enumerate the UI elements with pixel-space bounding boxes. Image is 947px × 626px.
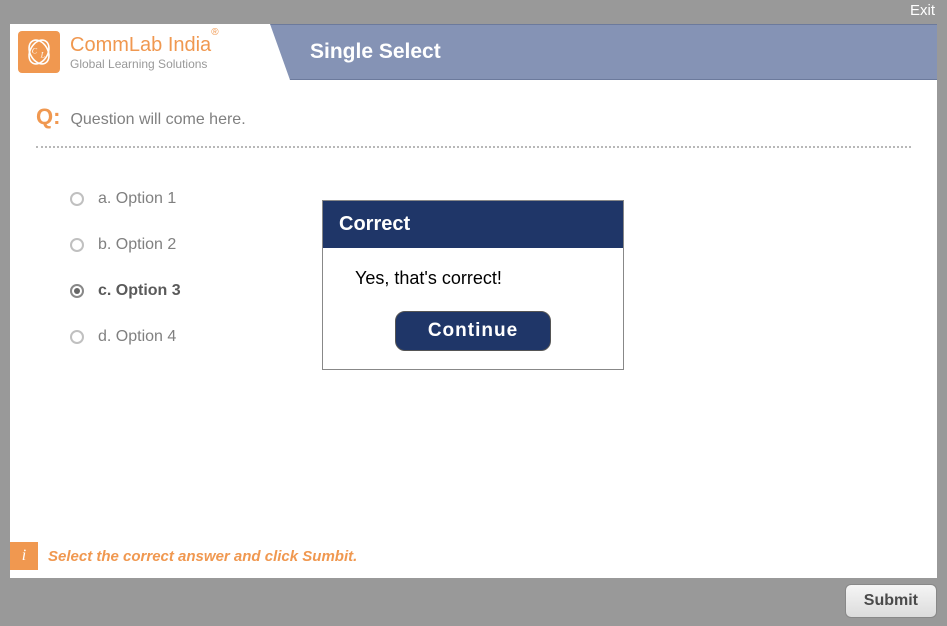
logo-icon: C L	[18, 31, 60, 73]
header: C L CommLab India® Global Learning Solut…	[10, 24, 937, 80]
option-text: d. Option 4	[98, 328, 176, 346]
brand-name: CommLab India®	[70, 34, 219, 57]
title-section: Single Select	[270, 24, 937, 80]
radio-icon	[70, 192, 84, 206]
svg-text:L: L	[40, 51, 46, 60]
radio-icon	[70, 330, 84, 344]
feedback-modal: Correct Yes, that's correct! Continue	[322, 200, 624, 370]
brand-tagline: Global Learning Solutions	[70, 57, 219, 71]
instruction-text: Select the correct answer and click Sumb…	[48, 548, 357, 565]
continue-button[interactable]: Continue	[395, 311, 551, 351]
main-panel: C L CommLab India® Global Learning Solut…	[10, 24, 937, 578]
radio-icon	[70, 284, 84, 298]
svg-text:C: C	[32, 47, 38, 56]
option-text: a. Option 1	[98, 190, 176, 208]
instruction-bar: i Select the correct answer and click Su…	[10, 542, 357, 570]
option-text: b. Option 2	[98, 236, 176, 254]
page-title: Single Select	[310, 40, 441, 64]
question-text: Question will come here.	[70, 111, 245, 129]
exit-link[interactable]: Exit	[910, 2, 935, 19]
question-label: Q:	[36, 104, 60, 130]
radio-icon	[70, 238, 84, 252]
option-text: c. Option 3	[98, 282, 181, 300]
feedback-message: Yes, that's correct!	[347, 268, 599, 289]
logo-section: C L CommLab India® Global Learning Solut…	[10, 24, 270, 80]
feedback-title: Correct	[323, 201, 623, 248]
submit-button[interactable]: Submit	[845, 584, 937, 618]
question-row: Q: Question will come here.	[36, 104, 911, 148]
info-icon: i	[10, 542, 38, 570]
